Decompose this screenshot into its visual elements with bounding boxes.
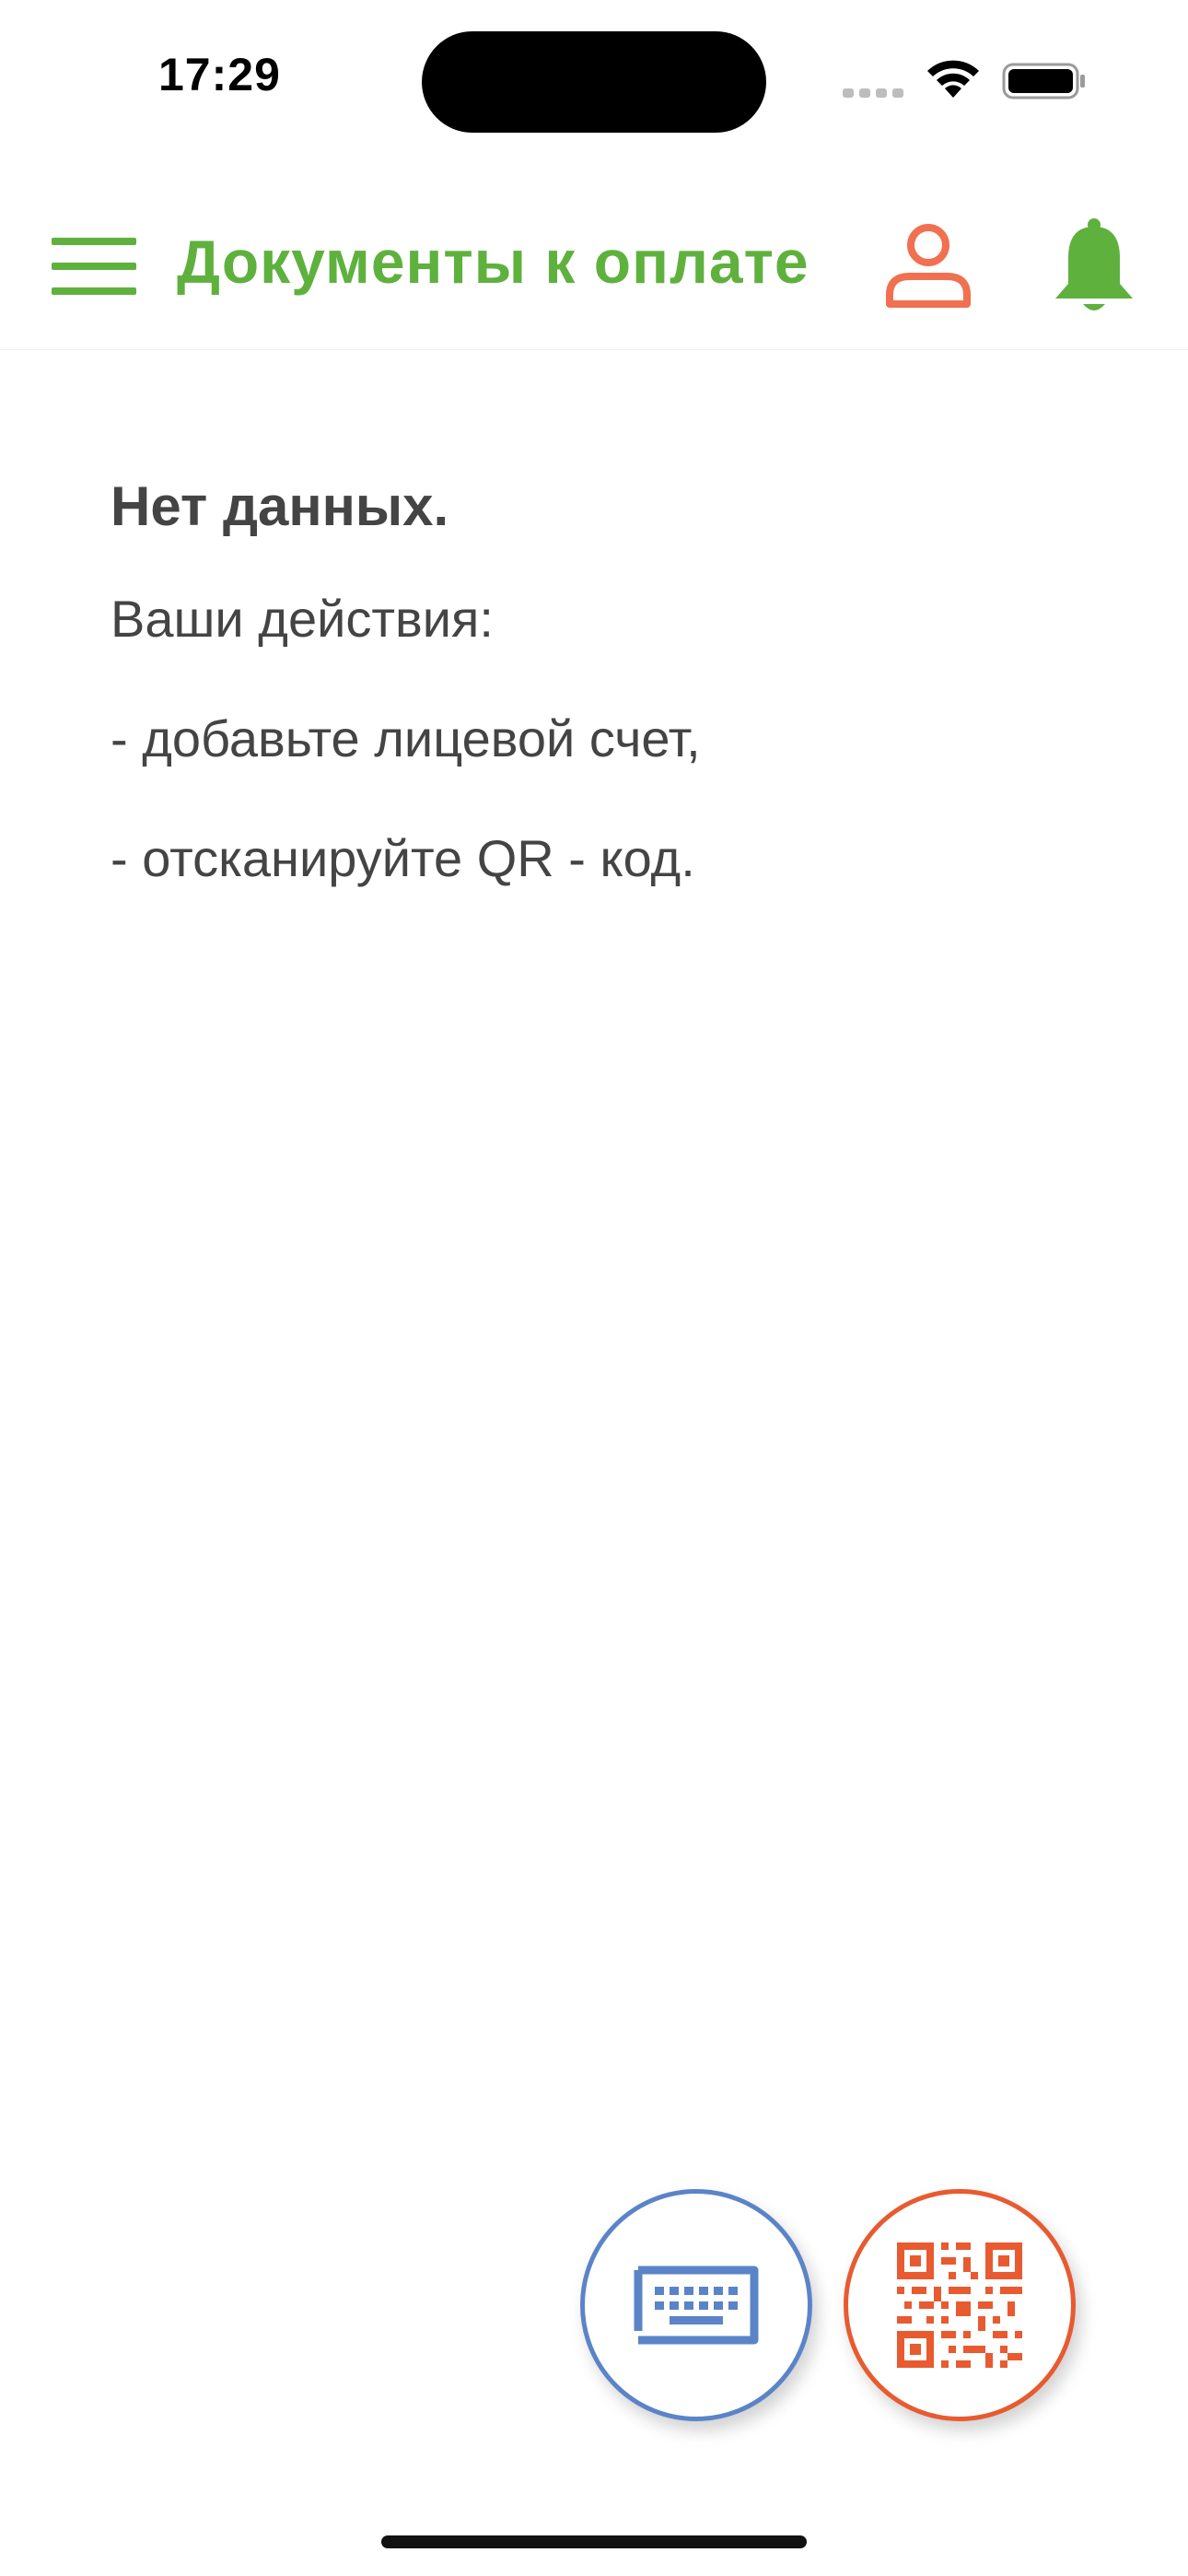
status-time: 17:29	[158, 49, 281, 100]
scan-qr-button[interactable]	[844, 2189, 1076, 2421]
home-indicator[interactable]	[381, 2535, 807, 2548]
qr-code-icon	[897, 2242, 1022, 2368]
manual-entry-button[interactable]	[580, 2189, 812, 2421]
app-header: Документы к оплате	[0, 184, 1188, 350]
bell-icon[interactable]	[1050, 216, 1138, 317]
empty-state-line: - отсканируйте QR - код.	[111, 829, 695, 887]
empty-state-line: - добавьте лицевой счет,	[111, 709, 701, 767]
dynamic-island	[422, 31, 766, 133]
wifi-icon	[927, 60, 979, 98]
page-title: Документы к оплате	[177, 228, 809, 296]
empty-state-title: Нет данных.	[111, 475, 449, 537]
empty-state-line: Ваши действия:	[111, 590, 494, 648]
signal-icon	[843, 88, 905, 98]
keyboard-icon	[634, 2266, 759, 2345]
empty-state: Нет данных. Ваши действия: - добавьте ли…	[111, 470, 1087, 892]
status-bar: 17:29	[0, 0, 1188, 157]
battery-icon	[1002, 63, 1085, 100]
menu-icon[interactable]	[52, 238, 136, 295]
user-icon[interactable]	[882, 219, 974, 311]
